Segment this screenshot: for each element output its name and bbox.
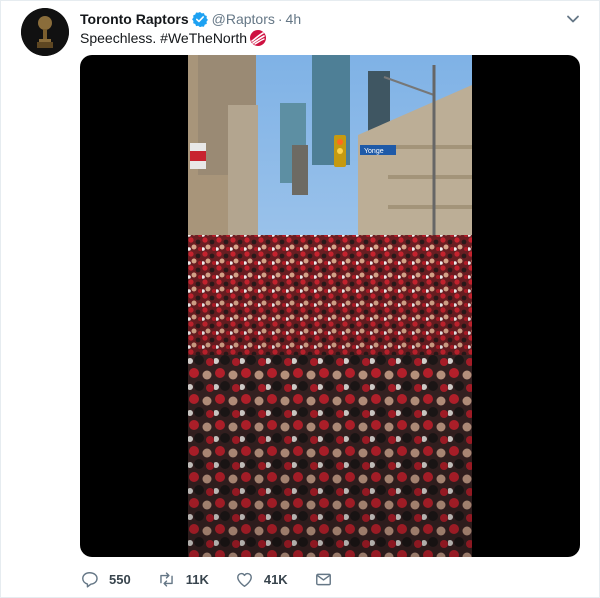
chevron-down-icon[interactable] xyxy=(565,11,581,27)
tweet-text: Speechless. #WeTheNorth xyxy=(80,30,248,46)
retweet-count: 11K xyxy=(185,571,209,587)
author-name[interactable]: Toronto Raptors xyxy=(80,11,189,27)
trophy-icon xyxy=(21,8,69,56)
like-button[interactable]: 41K xyxy=(235,570,288,589)
reply-button[interactable]: 550 xyxy=(80,570,131,589)
heart-icon xyxy=(236,572,252,587)
direct-message-button[interactable] xyxy=(314,570,343,589)
author-handle[interactable]: @Raptors xyxy=(212,11,275,27)
tweet-card: Toronto Raptors @Raptors · 4h Speechless… xyxy=(0,0,600,598)
retweet-button[interactable]: 11K xyxy=(157,570,209,589)
street-sign-text: Yonge xyxy=(364,148,384,155)
envelope-icon xyxy=(315,573,331,585)
tweet-actions: 550 11K 41K xyxy=(80,567,369,591)
tweet-text-row: Speechless. #WeTheNorth xyxy=(80,29,268,47)
verified-badge-icon xyxy=(191,12,208,27)
reply-count: 550 xyxy=(109,571,131,587)
header-separator: · xyxy=(277,11,283,27)
raptors-claw-icon xyxy=(250,30,267,46)
tweet-video[interactable]: Yonge xyxy=(80,55,580,557)
tweet-header: Toronto Raptors @Raptors · 4h xyxy=(80,9,559,29)
crowd-video-frame: Yonge xyxy=(188,55,472,557)
avatar[interactable] xyxy=(21,8,69,56)
retweet-icon xyxy=(159,571,173,587)
like-count: 41K xyxy=(263,571,288,587)
tweet-timestamp[interactable]: 4h xyxy=(286,11,302,27)
reply-icon xyxy=(82,571,98,588)
